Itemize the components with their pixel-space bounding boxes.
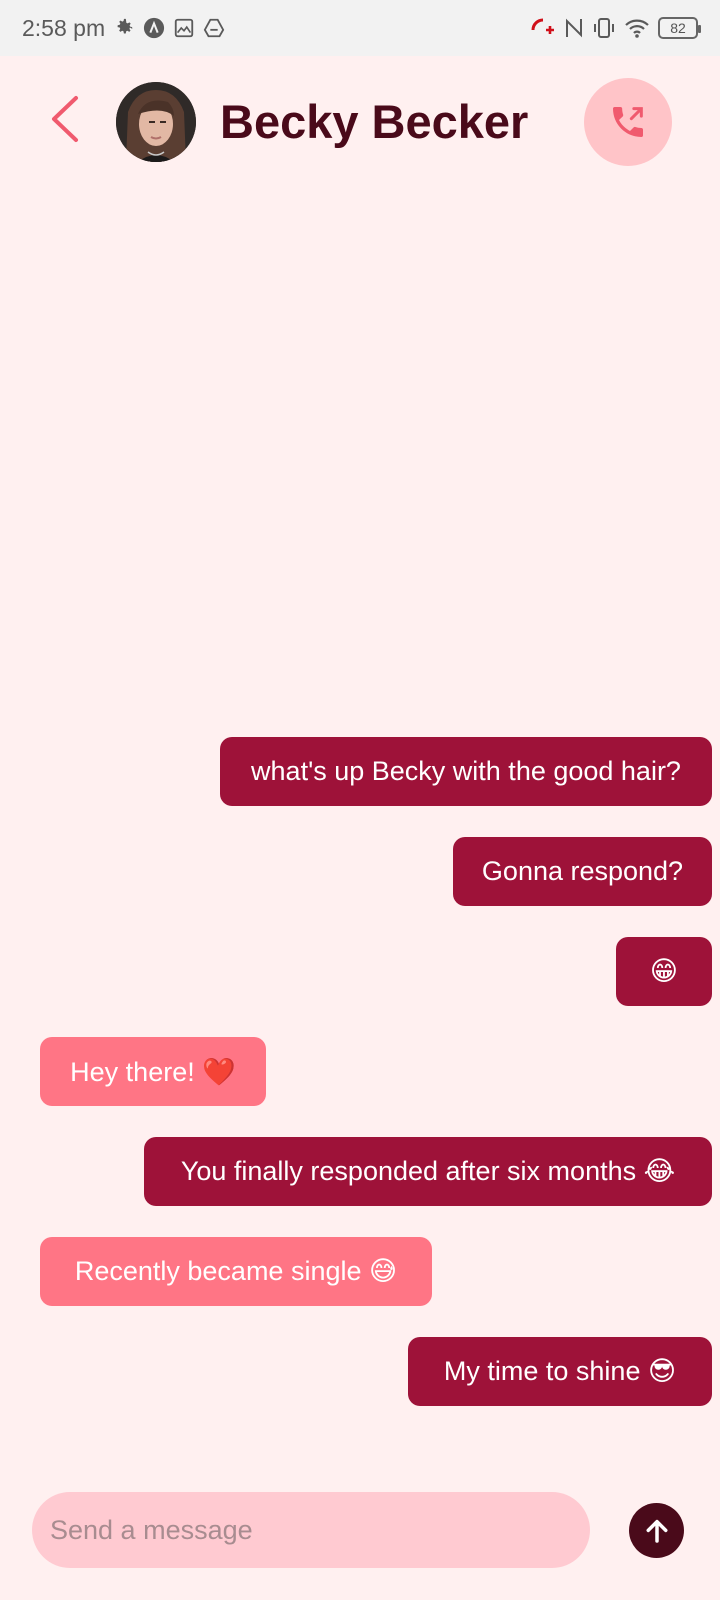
- send-button[interactable]: [629, 1503, 684, 1558]
- arrow-up-icon: [646, 1519, 667, 1543]
- message-bubble-received[interactable]: Hey there! ❤️: [40, 1037, 266, 1106]
- message-bubble-received[interactable]: Recently became single 😅: [40, 1237, 432, 1306]
- message-list: what's up Becky with the good hair? Gonn…: [0, 0, 720, 1600]
- message-bubble-sent[interactable]: You finally responded after six months 😂: [144, 1137, 712, 1206]
- message-bubble-sent[interactable]: My time to shine 😎: [408, 1337, 712, 1406]
- message-bubble-sent[interactable]: what's up Becky with the good hair?: [220, 737, 712, 806]
- message-bubble-sent[interactable]: Gonna respond?: [453, 837, 712, 906]
- message-bubble-sent[interactable]: 😁: [616, 937, 712, 1006]
- message-input[interactable]: [32, 1492, 590, 1568]
